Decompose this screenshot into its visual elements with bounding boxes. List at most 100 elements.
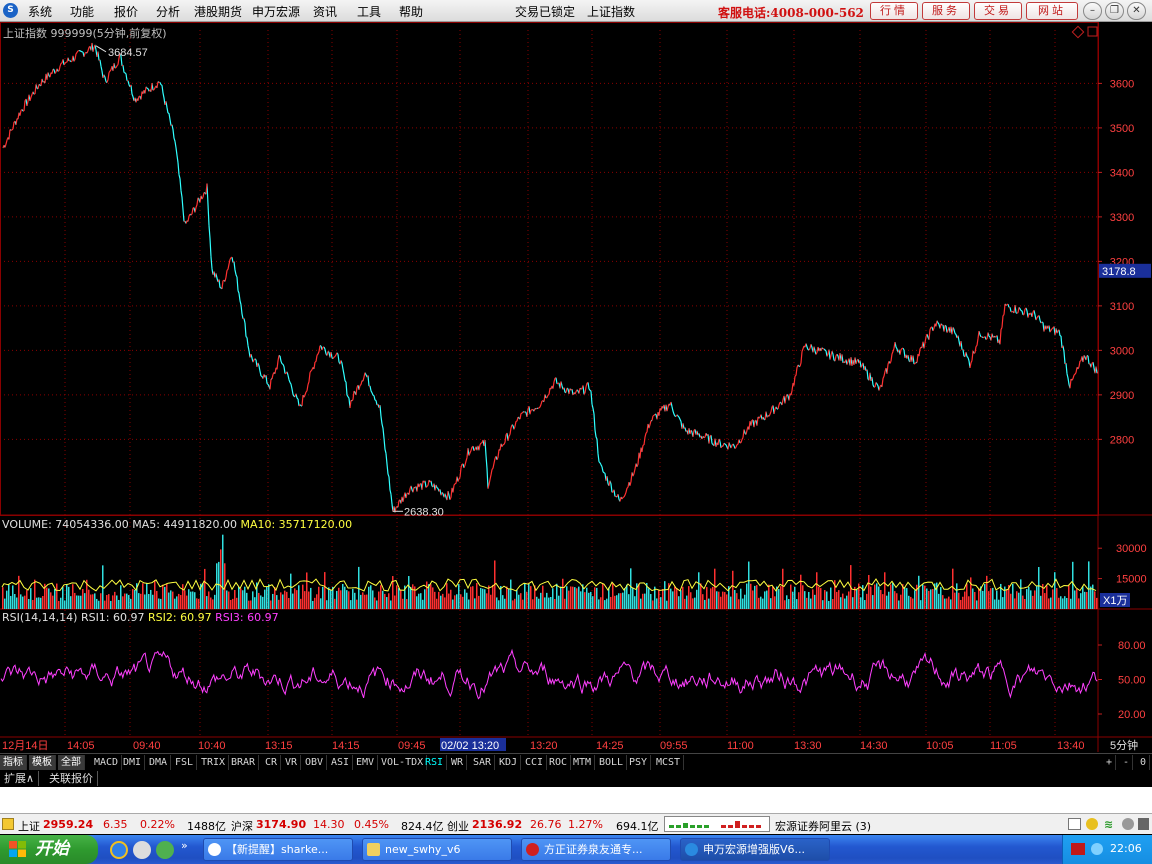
indicator-tab-全部[interactable]: 全部 xyxy=(58,755,85,770)
close-icon[interactable]: ✕ xyxy=(1127,2,1146,20)
indicator-tab-dma[interactable]: DMA xyxy=(146,755,172,770)
menu-news[interactable]: 资讯 xyxy=(313,3,337,20)
volume-bar xyxy=(570,586,572,609)
volume-bar xyxy=(584,592,586,609)
volume-bar xyxy=(708,598,710,609)
volume-bar xyxy=(802,585,804,609)
desktop-icon[interactable] xyxy=(133,841,151,859)
indicator-tab-emv[interactable]: EMV xyxy=(353,755,379,770)
minimize-icon[interactable]: – xyxy=(1083,2,1102,20)
volume-bar xyxy=(900,594,902,609)
indicator-tab-cci[interactable]: CCI xyxy=(522,755,548,770)
browser-icon[interactable] xyxy=(156,841,174,859)
chart-area[interactable]: 3684.57 2638.30 3600 3500 3400 3300 3200 3100 3… xyxy=(0,22,1152,752)
service-button[interactable]: 服务 xyxy=(922,2,970,20)
indicator-tab-psy[interactable]: PSY xyxy=(626,755,652,770)
indicator-tab-vr[interactable]: VR xyxy=(282,755,302,770)
indicator-tab-sar[interactable]: SAR xyxy=(470,755,496,770)
zoom-out-button[interactable]: - xyxy=(1120,755,1134,770)
quote-button[interactable]: 行情 xyxy=(870,2,918,20)
start-button[interactable]: 开始 xyxy=(0,835,98,864)
indicator-tab-boll[interactable]: BOLL xyxy=(596,755,628,770)
volume-bar xyxy=(12,585,14,609)
restore-icon[interactable]: ❐ xyxy=(1105,2,1124,20)
volume-bar xyxy=(866,593,868,609)
app-logo-icon[interactable]: S xyxy=(3,3,18,18)
volume-bar xyxy=(252,591,254,609)
indicator-tab-mtm[interactable]: MTM xyxy=(570,755,596,770)
cy-amount: 694.1亿 xyxy=(616,820,659,833)
menu-tools[interactable]: 工具 xyxy=(357,3,381,20)
indicator-tab-kdj[interactable]: KDJ xyxy=(496,755,522,770)
current-price-label: 3178.8 xyxy=(1102,266,1136,278)
website-button[interactable]: 网站 xyxy=(1026,2,1078,20)
volume-bar xyxy=(740,588,742,609)
hs-amount: 824.4亿 xyxy=(401,820,444,833)
volume-bar xyxy=(572,586,574,609)
time-axis-label: 14:05 xyxy=(67,740,95,752)
time-axis-label: 09:45 xyxy=(398,740,426,752)
volume-bar xyxy=(386,597,388,609)
indicator-tab-obv[interactable]: OBV xyxy=(302,755,328,770)
menu-analysis[interactable]: 分析 xyxy=(156,3,180,20)
indicator-tab-rsi[interactable]: RSI xyxy=(422,755,448,770)
volume-bar xyxy=(422,599,424,609)
window-icon[interactable] xyxy=(1068,818,1081,830)
network-icon[interactable] xyxy=(1091,843,1103,855)
expand-chevron-icon[interactable]: » xyxy=(181,839,188,852)
volume-bar xyxy=(316,594,318,609)
task-item-folder[interactable]: new_swhy_v6 xyxy=(362,838,512,861)
rsi1-value: RSI1: 60.97 xyxy=(80,611,145,624)
task-item-fangzheng[interactable]: 方正证券泉友通专... xyxy=(521,838,671,861)
indicator-tab-roc[interactable]: ROC xyxy=(546,755,572,770)
menu-system[interactable]: 系统 xyxy=(28,3,52,20)
indicator-tab-mcst[interactable]: MCST xyxy=(653,755,685,770)
indicator-tab-wr[interactable]: WR xyxy=(448,755,468,770)
volume-bar xyxy=(520,593,522,609)
flag-icon[interactable] xyxy=(1071,843,1085,855)
menu-quote[interactable]: 报价 xyxy=(114,3,138,20)
signal-icon[interactable]: ≋ xyxy=(1104,818,1113,831)
alert-icon[interactable] xyxy=(2,818,14,830)
indicator-tab-asi[interactable]: ASI xyxy=(328,755,354,770)
trade-button[interactable]: 交易 xyxy=(974,2,1022,20)
indicator-tab-macd[interactable]: MACD xyxy=(91,755,123,770)
broker-server[interactable]: 宏源证券阿里云 (3) xyxy=(775,818,871,834)
volume-bar xyxy=(258,592,260,609)
expand-tab[interactable]: 扩展∧ xyxy=(0,771,40,786)
indicator-tab-trix[interactable]: TRIX xyxy=(198,755,230,770)
volume-bar xyxy=(1032,595,1034,609)
reset-button[interactable]: 0 xyxy=(1137,755,1151,770)
volume-bar xyxy=(820,588,822,609)
volume-bar xyxy=(698,572,700,609)
task-item-forum[interactable]: 【新提醒】sharke... xyxy=(203,838,353,861)
volume-bar xyxy=(116,595,118,609)
menu-function[interactable]: 功能 xyxy=(70,3,94,20)
volume-bar xyxy=(244,586,246,609)
indicator-tab-brar[interactable]: BRAR xyxy=(228,755,260,770)
lock-icon[interactable] xyxy=(1138,818,1149,830)
volume-bar xyxy=(154,580,156,609)
ie-icon[interactable] xyxy=(110,841,128,859)
volume-bar xyxy=(90,594,92,609)
task-item-swhy[interactable]: 申万宏源增强版V6... xyxy=(680,838,830,861)
settings-icon[interactable] xyxy=(1122,818,1134,830)
indicator-tab-模板[interactable]: 模板 xyxy=(29,755,56,770)
related-quote-tab[interactable]: 关联报价 xyxy=(45,771,98,786)
info-icon[interactable] xyxy=(1086,818,1098,830)
volume-bar xyxy=(20,594,22,609)
menu-hk-futures[interactable]: 港股期货 xyxy=(194,3,242,20)
volume-bar xyxy=(274,587,276,609)
volume-bar xyxy=(346,590,348,609)
volume-bar xyxy=(1088,561,1090,609)
zoom-in-button[interactable]: + xyxy=(1103,755,1117,770)
indicator-tab-dmi[interactable]: DMI xyxy=(120,755,146,770)
volume-bar xyxy=(320,598,322,609)
kline-chart[interactable]: 3684.572638.30 3600350034003300320031003… xyxy=(0,22,1152,752)
menu-swhy[interactable]: 申万宏源 xyxy=(252,3,300,20)
indicator-tab-指标[interactable]: 指标 xyxy=(0,755,27,770)
indicator-tab-fsl[interactable]: FSL xyxy=(172,755,198,770)
indicator-tab-vol-tdx[interactable]: VOL-TDX xyxy=(378,755,428,770)
menu-help[interactable]: 帮助 xyxy=(399,3,423,20)
indicator-tab-cr[interactable]: CR xyxy=(262,755,282,770)
